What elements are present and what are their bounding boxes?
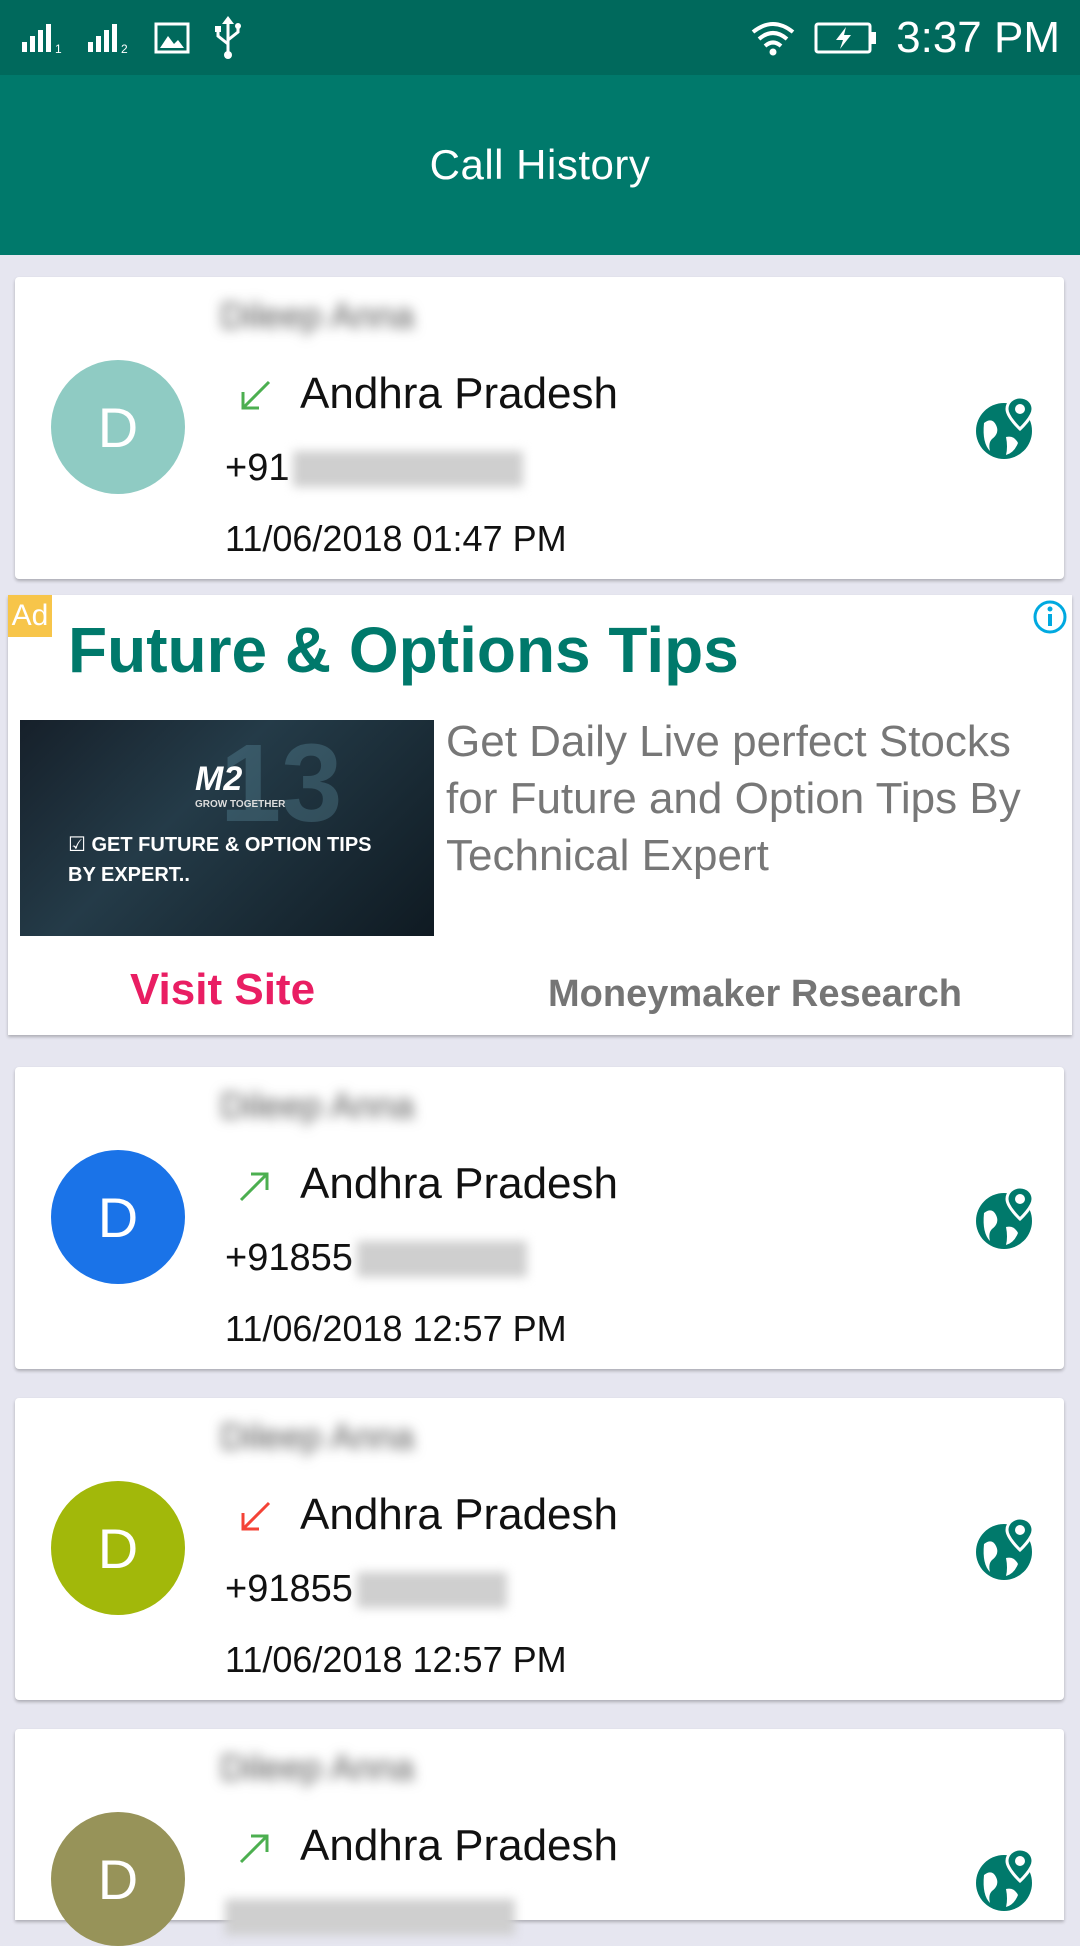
outgoing-call-arrow-icon (239, 1834, 269, 1864)
call-region: Andhra Pradesh (300, 1490, 618, 1539)
phone-prefix: +91855 (225, 1237, 353, 1279)
contact-name: Dileep Anna (220, 1416, 415, 1457)
phone-masked (356, 1240, 527, 1277)
usb-icon (215, 16, 241, 59)
phone-prefix: +91855 (225, 1568, 353, 1610)
call-region: Andhra Pradesh (300, 369, 618, 418)
phone-number (225, 1899, 515, 1935)
avatar: D (51, 1812, 185, 1946)
call-history-item[interactable]: D Dileep Anna Andhra Pradesh +91855 11/0… (15, 1398, 1064, 1700)
image-icon (154, 22, 190, 54)
call-datetime: 11/06/2018 01:47 PM (225, 518, 567, 559)
outgoing-call-arrow-icon (239, 1172, 269, 1202)
ad-image-logo-text: M2 (195, 760, 243, 798)
ad-image[interactable]: 13 M2 GROW TOGETHER ☑ GET FUTURE & OPTIO… (20, 720, 434, 936)
ad-image-logo-sub: GROW TOGETHER (195, 799, 286, 810)
phone-number: +91855 (225, 1237, 527, 1280)
avatar: D (51, 1481, 185, 1615)
call-history-item[interactable]: D Dileep Anna Andhra Pradesh +91855 11/0… (15, 1067, 1064, 1369)
info-icon[interactable] (1032, 599, 1068, 635)
svg-text:2: 2 (121, 42, 128, 54)
call-history-item[interactable]: D Dileep Anna Andhra Pradesh (15, 1729, 1064, 1946)
contact-name: Dileep Anna (220, 1085, 415, 1126)
status-right-icons: 3:37 PM (750, 10, 1060, 66)
ad-badge: Ad (8, 595, 52, 637)
phone-masked (293, 450, 524, 487)
ad-image-caption: GET FUTURE & OPTION TIPS BY EXPERT.. (68, 834, 372, 886)
phone-number: +91855 (225, 1568, 507, 1611)
globe-location-icon[interactable] (974, 1185, 1040, 1251)
incoming-call-arrow-icon (241, 380, 271, 410)
ad-description: Get Daily Live perfect Stocks for Future… (446, 717, 1021, 880)
status-bar: 1 2 3:37 PM (0, 0, 1080, 75)
app-bar: Call History (0, 75, 1080, 255)
phone-number: +91 (225, 447, 524, 490)
call-region: Andhra Pradesh (300, 1821, 618, 1870)
signal-sim1-icon: 1 (22, 24, 62, 54)
missed-call-arrow-icon (241, 1501, 271, 1531)
contact-name: Dileep Anna (220, 295, 415, 336)
call-region: Andhra Pradesh (300, 1159, 618, 1208)
contact-name: Dileep Anna (220, 1747, 415, 1788)
globe-location-icon[interactable] (974, 1847, 1040, 1913)
status-time: 3:37 PM (896, 13, 1060, 62)
phone-prefix: +91 (225, 447, 290, 489)
call-datetime: 11/06/2018 12:57 PM (225, 1308, 567, 1349)
call-datetime: 11/06/2018 12:57 PM (225, 1639, 567, 1680)
ad-banner[interactable]: Ad Future & Options Tips 13 M2 GROW TOGE… (8, 595, 1072, 1035)
wifi-icon (751, 22, 795, 56)
ad-image-text: ☑ GET FUTURE & OPTION TIPS BY EXPERT.. (68, 830, 372, 890)
ad-advertiser: Moneymaker Research (548, 973, 962, 1015)
svg-text:1: 1 (55, 42, 62, 54)
checkbox-icon: ☑ (68, 834, 86, 856)
phone-masked (356, 1571, 507, 1608)
ad-title[interactable]: Future & Options Tips (68, 613, 739, 687)
page-title: Call History (429, 141, 651, 188)
status-left-icons: 1 2 (22, 16, 244, 60)
battery-charging-icon (814, 22, 877, 54)
signal-sim2-icon: 2 (88, 24, 128, 54)
phone-masked (225, 1899, 515, 1935)
visit-site-button[interactable]: Visit Site (130, 965, 315, 1015)
avatar: D (51, 360, 185, 494)
avatar: D (51, 1150, 185, 1284)
globe-location-icon[interactable] (974, 1516, 1040, 1582)
ad-image-logo: M2 GROW TOGETHER (195, 760, 285, 810)
call-history-item[interactable]: D Dileep Anna Andhra Pradesh +91 11/06/2… (15, 277, 1064, 579)
globe-location-icon[interactable] (974, 395, 1040, 461)
